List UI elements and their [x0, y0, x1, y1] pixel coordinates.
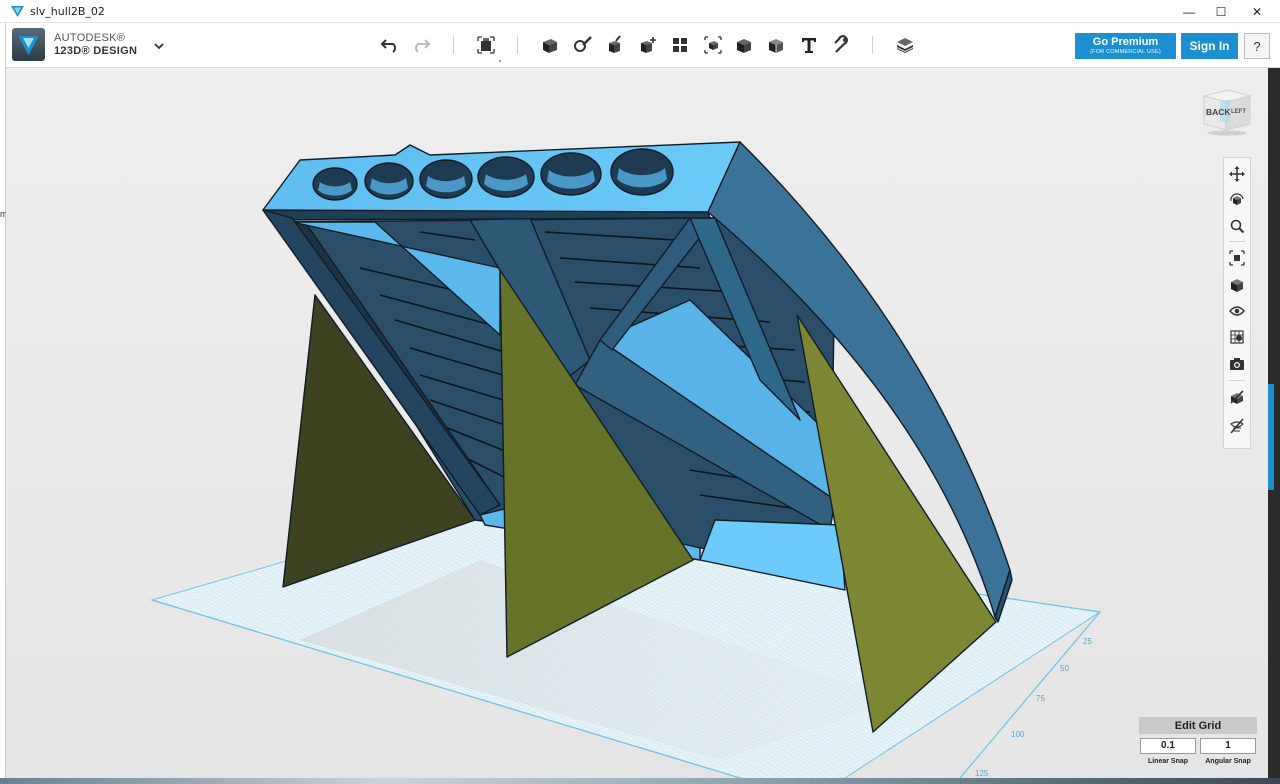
- material-icon[interactable]: [892, 32, 918, 58]
- viewcube-face-left[interactable]: LEFT: [1231, 109, 1246, 115]
- app-logo-icon: [11, 6, 24, 17]
- materials-outline-icon[interactable]: [1226, 326, 1248, 348]
- combine-icon[interactable]: [731, 32, 757, 58]
- zoom-icon[interactable]: [1226, 215, 1248, 237]
- toolbar-divider: [453, 36, 454, 54]
- minimize-button[interactable]: —: [1172, 0, 1206, 23]
- hide-mesh-icon[interactable]: [1226, 415, 1248, 437]
- ruler-label: 100: [1011, 730, 1025, 739]
- go-premium-label: Go Premium: [1092, 36, 1159, 48]
- pattern-icon[interactable]: [667, 32, 693, 58]
- grouping-icon[interactable]: [700, 32, 726, 58]
- orbit-icon[interactable]: [1226, 189, 1248, 211]
- hide-sketch-icon[interactable]: [1226, 386, 1248, 408]
- view-mode-icon[interactable]: [1226, 274, 1248, 296]
- ruler-label: 125: [975, 769, 989, 778]
- app-toolbar: AUTODESK® 123D® DESIGN Go Premium (FOR C…: [0, 23, 1280, 68]
- toolbar-dropdown-dot: [499, 60, 501, 62]
- nav-divider: [1229, 241, 1245, 242]
- window-title-bar: slv_hull2B_02 — ☐ ✕: [0, 0, 1280, 23]
- help-button[interactable]: ?: [1244, 33, 1270, 59]
- undo-icon[interactable]: [377, 32, 403, 58]
- fit-icon[interactable]: [1226, 247, 1248, 269]
- viewcube-face-back[interactable]: BACK: [1206, 107, 1231, 117]
- app-window: slv_hull2B_02 — ☐ ✕ AUTODESK® 123D® DESI…: [0, 0, 1280, 784]
- modify-icon[interactable]: [635, 32, 661, 58]
- model-canvas[interactable]: 25 50 75 100 125: [6, 68, 1268, 778]
- visibility-icon[interactable]: [1226, 300, 1248, 322]
- pan-icon[interactable]: [1226, 163, 1248, 185]
- toolbar-divider: [517, 36, 518, 54]
- snap-icon[interactable]: [828, 32, 854, 58]
- redo-icon[interactable]: [408, 32, 434, 58]
- grid-settings-panel: Edit Grid 0.1 1 Linear Snap Angular Snap: [1139, 717, 1257, 769]
- construct-icon[interactable]: [602, 32, 628, 58]
- 3d-viewport[interactable]: 25 50 75 100 125: [6, 68, 1268, 778]
- angular-snap-input[interactable]: 1: [1200, 738, 1256, 754]
- angular-snap-label: Angular Snap: [1205, 758, 1251, 765]
- app-menu-chevron-down-icon[interactable]: [150, 37, 168, 55]
- go-premium-sublabel: (FOR COMMERCIAL USE): [1090, 49, 1161, 55]
- brand-line-2: 123D® DESIGN: [54, 45, 138, 57]
- ruler-label: 25: [1083, 637, 1092, 646]
- window-title: slv_hull2B_02: [30, 5, 105, 18]
- brand-line-1: AUTODESK®: [54, 32, 126, 44]
- autodesk-123d-logo-icon[interactable]: [12, 28, 45, 61]
- transform-icon[interactable]: [473, 32, 499, 58]
- maximize-button[interactable]: ☐: [1204, 0, 1238, 23]
- go-premium-button[interactable]: Go Premium (FOR COMMERCIAL USE): [1075, 33, 1176, 59]
- side-panel-tab[interactable]: [1268, 384, 1274, 490]
- close-button[interactable]: ✕: [1240, 0, 1274, 23]
- measure-icon[interactable]: [763, 32, 789, 58]
- navigation-bar: [1223, 157, 1251, 449]
- edit-grid-button[interactable]: Edit Grid: [1139, 717, 1257, 734]
- toolbar-divider: [872, 36, 873, 54]
- nav-divider: [1229, 380, 1245, 381]
- viewcube[interactable]: BACK LEFT: [1200, 86, 1252, 136]
- primitives-icon[interactable]: [537, 32, 563, 58]
- desktop-edge-right: [1268, 68, 1280, 784]
- linear-snap-input[interactable]: 0.1: [1140, 738, 1196, 754]
- ruler-label: 50: [1060, 664, 1069, 673]
- text-icon[interactable]: [796, 32, 822, 58]
- camera-icon[interactable]: [1226, 353, 1248, 375]
- sign-in-button[interactable]: Sign In: [1181, 33, 1238, 59]
- sketch-icon[interactable]: [570, 32, 596, 58]
- ruler-label: 75: [1036, 694, 1045, 703]
- desktop-edge-bottom: [0, 778, 1280, 784]
- linear-snap-label: Linear Snap: [1147, 758, 1189, 765]
